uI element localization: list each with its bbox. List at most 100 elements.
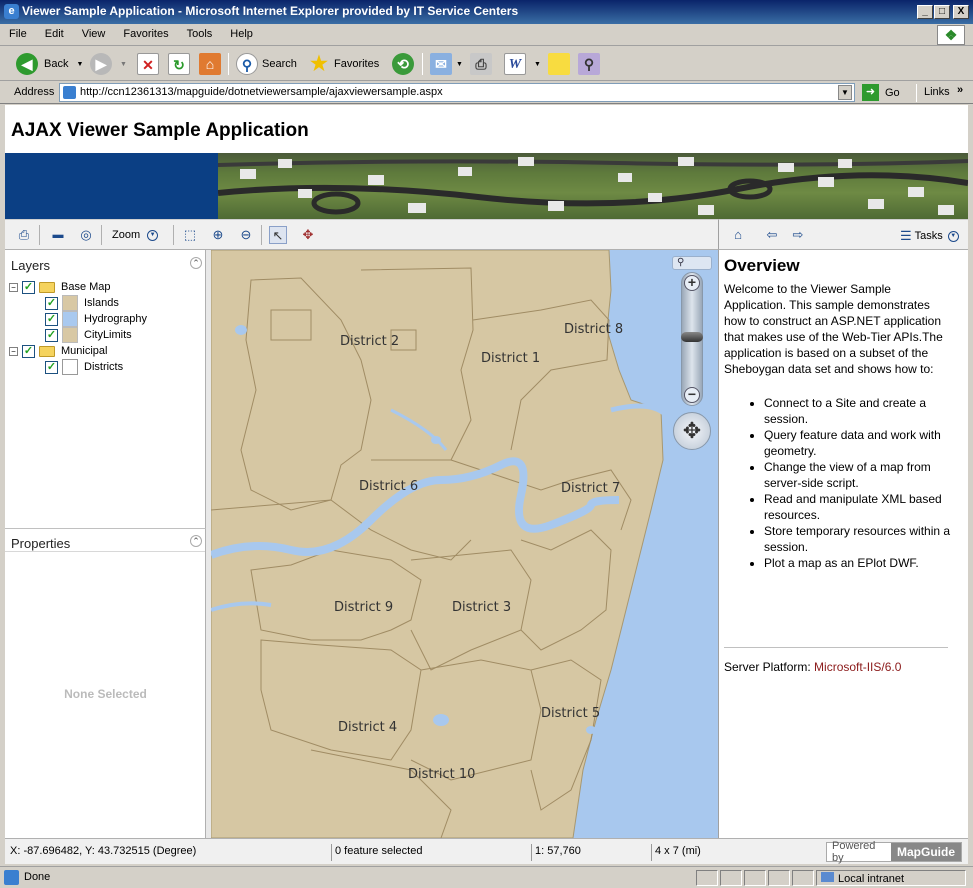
layer-districts[interactable]: ✓ Districts [45,359,123,375]
close-button[interactable]: X [953,5,969,19]
discuss-button[interactable] [548,52,570,76]
layer-label: Districts [84,361,124,373]
status-pane [792,870,814,886]
layer-citylimits[interactable]: ✓ CityLimits [45,327,132,343]
zoom-in-icon[interactable]: ⊕ [209,226,227,244]
back-dropdown-icon[interactable]: ▼ [76,61,83,68]
address-bar: Address http://ccn12361313/mapguide/dotn… [0,82,973,104]
menu-file[interactable]: File [0,24,36,40]
maximize-button[interactable]: □ [934,5,950,19]
menu-tools[interactable]: Tools [178,24,222,40]
taskpane-toolbar: ⌂ ⇦ ⇨ ☰ Tasks ▼ [718,219,968,250]
tasks-list-icon: ☰ [900,228,912,243]
group-label: Base Map [61,281,111,293]
zoom-minus-icon[interactable]: − [684,387,700,403]
checkbox[interactable]: ✓ [45,312,58,326]
checkbox[interactable]: ✓ [22,280,35,294]
layer-hydrography[interactable]: ✓ Hydrography [45,311,147,327]
refresh-button[interactable]: ↻ [168,52,190,76]
collapse-toggle-icon[interactable]: − [9,346,18,356]
layer-group-municipal[interactable]: − ✓ Municipal [9,343,107,359]
mail-dropdown-icon[interactable]: ▼ [456,61,463,68]
folder-icon [39,345,55,357]
select-pointer-icon[interactable]: ↖ [269,226,287,244]
pan-tool-icon[interactable]: ✥ [299,226,317,244]
search-button[interactable]: ⚲ Search [236,52,297,76]
forward-dropdown-icon[interactable]: ▼ [120,61,127,68]
measure-icon[interactable]: ▬ [49,226,67,244]
window-title-bar[interactable]: e Viewer Sample Application - Microsoft … [0,0,973,24]
none-selected-text: None Selected [64,687,147,701]
minimize-button[interactable]: _ [917,5,933,19]
favorites-button[interactable]: ★ Favorites [308,52,379,76]
checkbox[interactable]: ✓ [45,360,58,374]
print-map-icon[interactable]: ⎙ [15,226,33,244]
hydrography-swatch [62,311,78,327]
links-chevron-icon[interactable]: » [957,84,963,96]
feature-list: Connect to a Site and create a session. … [764,395,964,571]
address-dropdown-icon[interactable]: ▼ [838,85,852,100]
tasks-menu-button[interactable]: ☰ Tasks ▼ [900,228,959,244]
server-label: Server Platform: [724,660,811,674]
task-forward-icon[interactable]: ⇨ [789,226,807,244]
map-view[interactable]: District 2 District 1 District 8 Distric… [211,250,718,838]
checkbox[interactable]: ✓ [45,328,58,342]
layer-islands[interactable]: ✓ Islands [45,295,119,311]
checkbox[interactable]: ✓ [22,344,35,358]
stop-button[interactable]: ✕ [137,52,159,76]
forward-button[interactable]: ▶ ▼ [90,52,127,76]
group-label: Municipal [61,345,108,357]
layers-title: Layers [11,258,51,273]
home-icon: ⌂ [199,53,221,75]
buffer-icon[interactable]: ◎ [77,226,95,244]
zoom-plus-icon[interactable]: + [684,275,700,291]
zoom-magnifier-icon[interactable]: ⚲ [672,256,712,270]
edit-button[interactable]: W ▼ [504,52,541,76]
go-arrow-icon: ➜ [862,84,879,101]
list-item: Store temporary resources within a sessi… [764,523,964,555]
history-icon: ⟲ [392,53,414,75]
task-back-icon[interactable]: ⇦ [763,226,781,244]
layer-group-base-map[interactable]: − ✓ Base Map [9,279,111,295]
server-platform: Server Platform: Microsoft-IIS/6.0 [724,660,901,674]
research-button[interactable]: ⚲ [578,52,600,76]
go-button[interactable]: ➜ Go [862,84,900,101]
edit-dropdown-icon[interactable]: ▼ [534,61,541,68]
address-url: http://ccn12361313/mapguide/dotnetviewer… [80,86,443,98]
status-pane [744,870,766,886]
links-button[interactable]: Links [924,86,950,98]
menu-edit[interactable]: Edit [36,24,73,40]
menu-help[interactable]: Help [221,24,262,40]
home-button[interactable]: ⌂ [199,52,221,76]
zoom-track[interactable]: + − [681,272,703,406]
research-icon: ⚲ [578,53,600,75]
layers-panel: Layers ⌃ − ✓ Base Map ✓ Islands ✓ Hydrog… [5,250,206,528]
checkbox[interactable]: ✓ [45,296,58,310]
mail-button[interactable]: ✉ ▼ [430,52,463,76]
pan-control-icon[interactable]: ✥ [673,412,711,450]
menu-view[interactable]: View [73,24,115,40]
collapse-layers-icon[interactable]: ⌃ [190,257,202,269]
page-done-icon [4,870,19,885]
address-input[interactable]: http://ccn12361313/mapguide/dotnetviewer… [59,83,855,102]
zone-label: Local intranet [838,873,905,885]
zoom-out-icon[interactable]: ⊖ [237,226,255,244]
collapse-toggle-icon[interactable]: − [9,282,18,292]
history-button[interactable]: ⟲ [392,52,414,76]
menu-favorites[interactable]: Favorites [114,24,177,40]
task-home-icon[interactable]: ⌂ [729,226,747,244]
powered-by-badge[interactable]: Powered by MapGuide [826,840,962,864]
back-button[interactable]: ◀ Back ▼ [16,52,83,76]
address-label: Address [14,86,55,98]
list-item: Connect to a Site and create a session. [764,395,964,427]
zoom-slider[interactable]: ⚲ + − ✥ [672,256,712,452]
zoom-thumb[interactable] [681,332,703,343]
zoom-rectangle-icon[interactable]: ⬚ [181,226,199,244]
stop-icon: ✕ [137,53,159,75]
star-icon: ★ [310,53,328,75]
districts-swatch [62,359,78,375]
print-button[interactable]: ⎙ [470,52,492,76]
aerial-photo-graphic [218,157,968,215]
collapse-properties-icon[interactable]: ⌃ [190,535,202,547]
zoom-dropdown[interactable]: Zoom ▼ [112,229,159,241]
